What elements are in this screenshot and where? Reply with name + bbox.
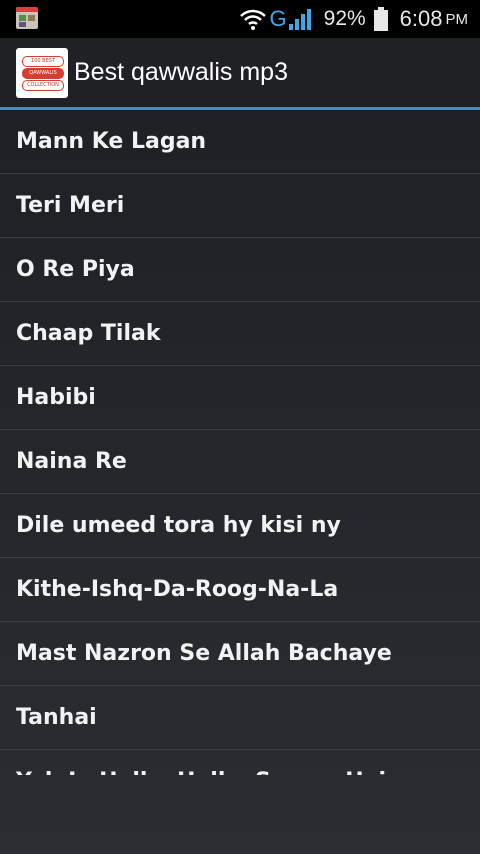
status-bar: G 92% 6:08 PM [0, 0, 480, 38]
song-list[interactable]: Mann Ke Lagan Teri Meri O Re Piya Chaap … [0, 110, 480, 775]
clock-ampm: PM [445, 10, 469, 28]
list-item[interactable]: Tanhai [0, 686, 480, 750]
clock: 6:08 [399, 6, 443, 31]
network-type-label: G [269, 6, 287, 31]
list-item[interactable]: Teri Meri [0, 174, 480, 238]
list-item[interactable]: Habibi [0, 366, 480, 430]
list-item[interactable]: Mann Ke Lagan [0, 110, 480, 174]
wifi-icon [239, 9, 266, 30]
battery-percent: 92% [323, 7, 366, 30]
app-title: Best qawwalis mp3 [74, 58, 288, 86]
list-item[interactable]: Kithe-Ishq-Da-Roog-Na-La [0, 558, 480, 622]
notification-icon [16, 7, 38, 29]
list-item[interactable]: Naina Re [0, 430, 480, 494]
battery-icon [373, 7, 388, 31]
list-item[interactable]: Mast Nazron Se Allah Bachaye [0, 622, 480, 686]
list-item[interactable]: Chaap Tilak [0, 302, 480, 366]
list-item[interactable]: Yeh Jo Halka Halka Saroor Hai [0, 750, 480, 775]
list-item[interactable]: Dile umeed tora hy kisi ny [0, 494, 480, 558]
signal-icon [288, 9, 311, 30]
logo-line: QAWWALIS [22, 68, 64, 79]
logo-line: 100 BEST [22, 56, 64, 67]
app-logo[interactable]: 100 BEST QAWWALIS COLLECTION [16, 48, 68, 98]
action-bar: 100 BEST QAWWALIS COLLECTION Best qawwal… [0, 38, 480, 110]
list-item[interactable]: O Re Piya [0, 238, 480, 302]
logo-line: COLLECTION [22, 80, 64, 91]
